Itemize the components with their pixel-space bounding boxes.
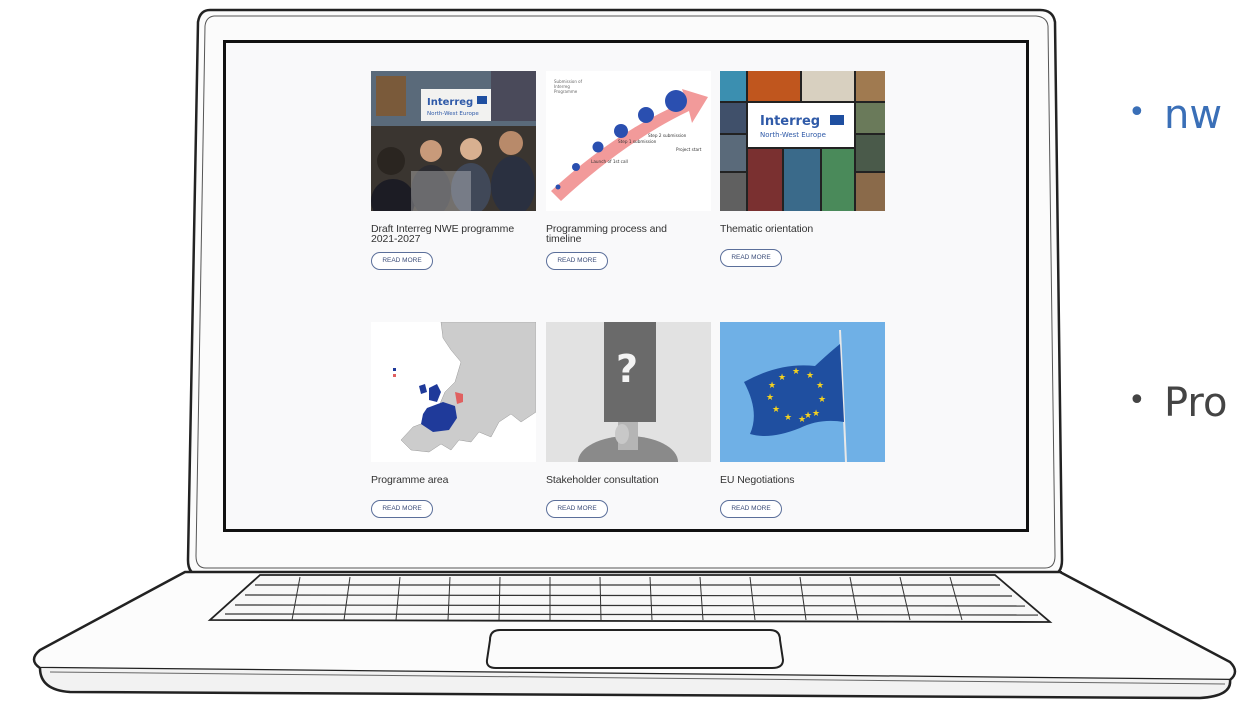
card-title: Thematic orientation <box>720 223 814 235</box>
svg-text:Programme: Programme <box>554 89 578 94</box>
svg-text:★: ★ <box>778 373 786 383</box>
eu-flag-thumbnail[interactable]: ★ ★ ★ ★ ★ ★ ★ ★ ★ ★ ★ ★ <box>720 322 885 462</box>
collage-thumbnail[interactable]: Interreg North-West Europe <box>720 71 885 211</box>
conference-photo-thumbnail[interactable]: Interreg North-West Europe <box>371 71 536 211</box>
read-more-button[interactable]: READ MORE <box>371 252 433 270</box>
card-programme-area: Programme area READ MORE <box>371 322 536 518</box>
svg-text:Interreg: Interreg <box>760 114 820 129</box>
svg-text:★: ★ <box>772 405 780 415</box>
svg-text:★: ★ <box>792 367 800 377</box>
svg-text:★: ★ <box>768 381 776 391</box>
svg-text:Step 2 submission: Step 2 submission <box>648 133 687 138</box>
bullet-text: Pro <box>1164 380 1228 426</box>
read-more-button[interactable]: READ MORE <box>546 252 608 270</box>
svg-text:?: ? <box>616 347 638 391</box>
question-person-thumbnail[interactable]: ? <box>546 322 711 462</box>
svg-text:Interreg: Interreg <box>427 97 473 108</box>
card-programming-process: Submission of Interreg Programme Launch … <box>546 71 711 270</box>
read-more-button[interactable]: READ MORE <box>371 500 433 518</box>
slide-bullet-pro: • Pro <box>1128 380 1227 426</box>
laptop-screen: Interreg North-West Europe Draft Interre… <box>223 40 1029 532</box>
bullet-dot-icon: • <box>1128 383 1146 418</box>
svg-text:★: ★ <box>806 371 814 381</box>
svg-text:★: ★ <box>818 395 826 405</box>
svg-text:Step 1 submission: Step 1 submission <box>618 139 657 144</box>
svg-text:★: ★ <box>816 381 824 391</box>
europe-map-thumbnail[interactable] <box>371 322 536 462</box>
card-title: Programme area <box>371 474 449 486</box>
card-title: Stakeholder consultation <box>546 474 659 486</box>
read-more-button[interactable]: READ MORE <box>720 500 782 518</box>
card-stakeholder-consultation: ? Stakeholder consultation READ MORE <box>546 322 711 518</box>
card-eu-negotiations: ★ ★ ★ ★ ★ ★ ★ ★ ★ ★ ★ ★ EU Negotiations READ MOR… <box>720 322 885 518</box>
svg-text:★: ★ <box>804 411 812 421</box>
timeline-arrow-thumbnail[interactable]: Submission of Interreg Programme Launch … <box>546 71 711 211</box>
card-title: EU Negotiations <box>720 474 795 486</box>
svg-text:★: ★ <box>766 393 774 403</box>
svg-text:Project start: Project start <box>676 147 702 152</box>
svg-text:★: ★ <box>784 413 792 423</box>
card-draft-programme: Interreg North-West Europe Draft Interre… <box>371 71 536 270</box>
bullet-dot-icon: • <box>1128 95 1146 130</box>
read-more-button[interactable]: READ MORE <box>546 500 608 518</box>
svg-text:North-West Europe: North-West Europe <box>760 131 826 139</box>
svg-text:North-West Europe: North-West Europe <box>427 111 479 117</box>
card-thematic-orientation: Interreg North-West Europe Thematic orie… <box>720 71 885 267</box>
read-more-button[interactable]: READ MORE <box>720 249 782 267</box>
svg-text:Launch of 1st call: Launch of 1st call <box>591 159 628 164</box>
bullet-text: nw <box>1164 92 1223 138</box>
svg-text:★: ★ <box>812 409 820 419</box>
slide-bullet-nw: • nw <box>1128 92 1222 138</box>
card-title: Draft Interreg NWE programme 2021-2027 <box>371 223 515 245</box>
card-title: Programming process and timeline <box>546 223 667 245</box>
